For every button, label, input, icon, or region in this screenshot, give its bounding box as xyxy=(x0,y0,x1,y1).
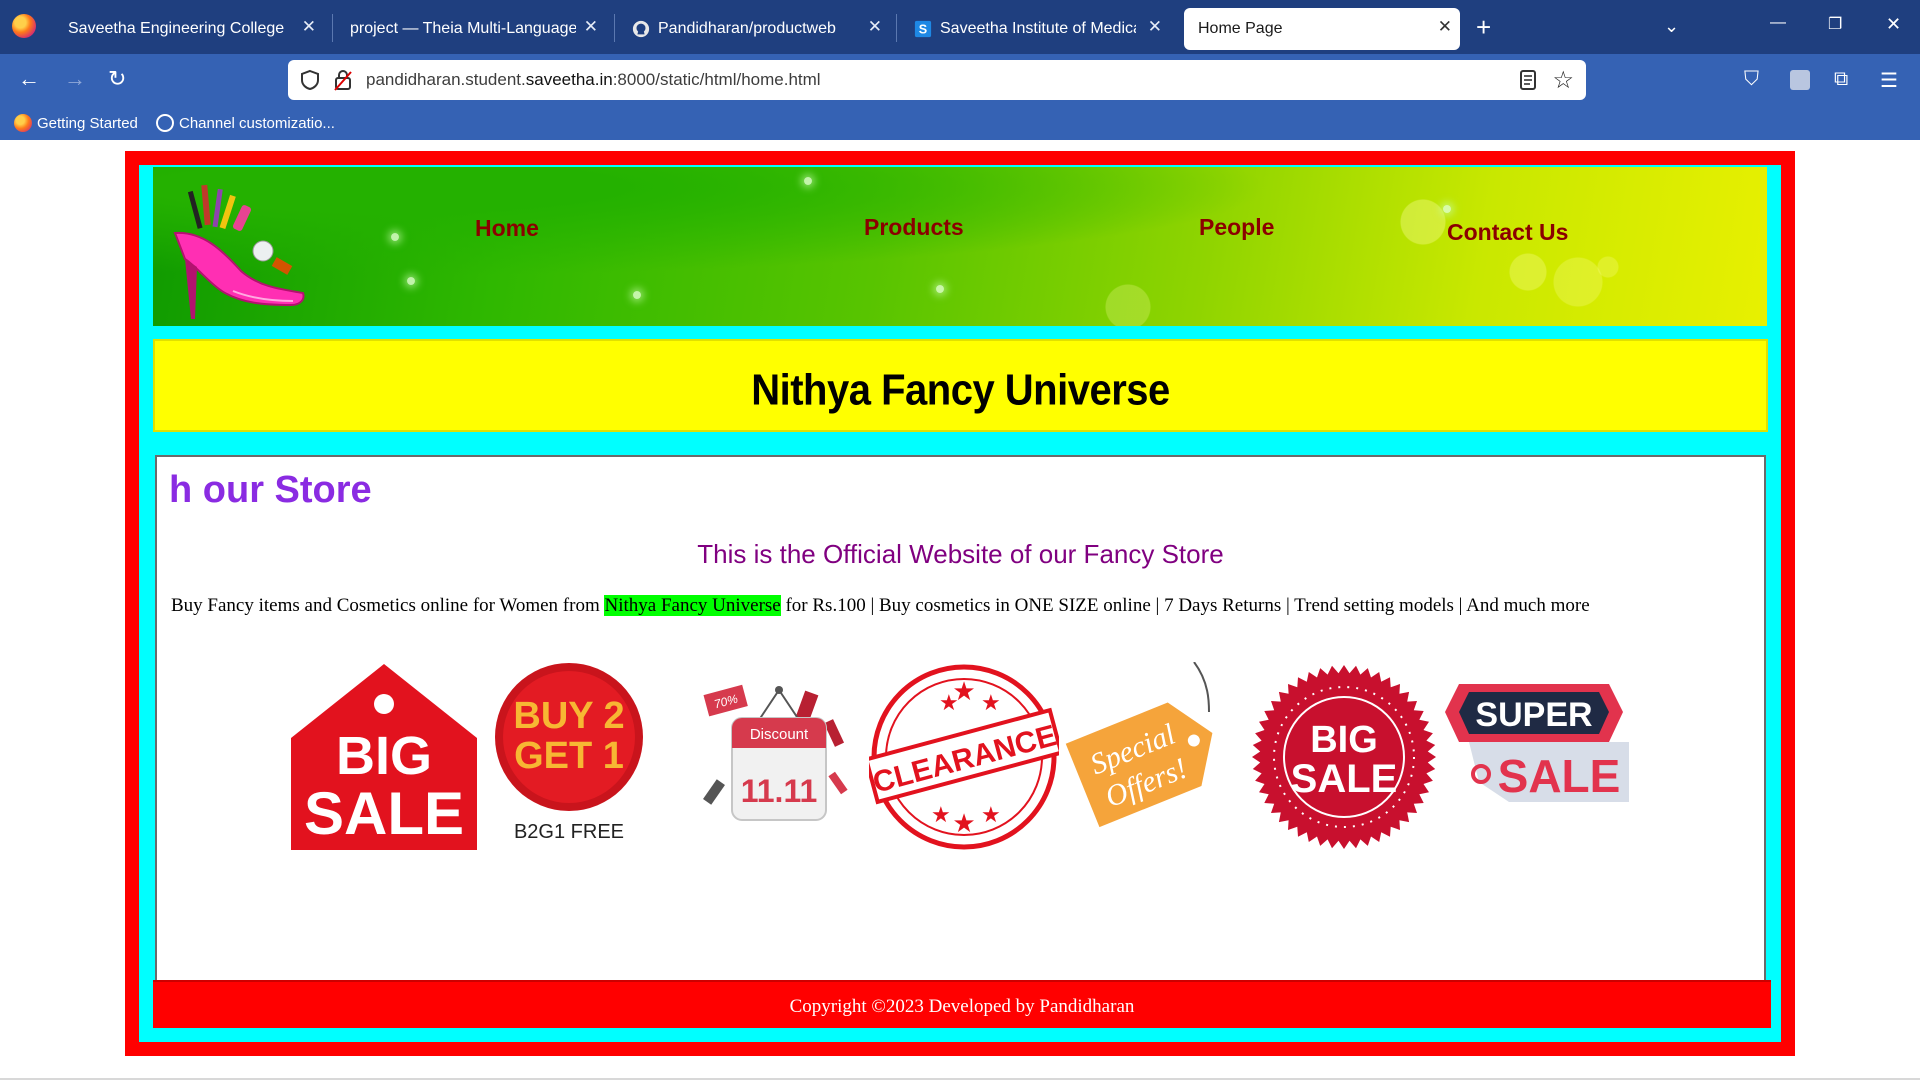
close-icon[interactable]: ✕ xyxy=(868,17,882,37)
extensions-icon[interactable]: ⧉ xyxy=(1834,68,1848,91)
special-offers-tag-image: Special Offers! xyxy=(1065,662,1213,828)
tab-github-productweb[interactable]: Pandidharan/productweb ✕ xyxy=(618,8,890,50)
firefox-icon[interactable] xyxy=(12,14,36,38)
super-text: SUPER xyxy=(1475,696,1592,734)
tab-label: Saveetha Engineering College xyxy=(68,20,285,37)
page-viewport: Home Products People Contact Us Nithya F… xyxy=(0,140,1920,1080)
seal-big-text: BIG xyxy=(1310,719,1378,761)
sparkle xyxy=(407,277,415,285)
svg-text:★: ★ xyxy=(981,691,1001,716)
svg-text:★: ★ xyxy=(952,677,975,707)
firefox-icon xyxy=(14,114,32,132)
svg-text:★: ★ xyxy=(981,803,1001,828)
close-icon[interactable]: ✕ xyxy=(584,17,598,37)
main-content: h our Store This is the Official Website… xyxy=(155,455,1766,983)
bookmark-label: Channel customizatio... xyxy=(179,115,335,132)
address-bar[interactable]: pandidharan.student.saveetha.in:8000/sta… xyxy=(288,60,1586,100)
new-tab-button[interactable]: + xyxy=(1476,12,1491,43)
super-sale-text: SALE xyxy=(1498,750,1621,802)
clearance-stamp-image: ★ ★ ★ ★ ★ ★ CLEARANCE xyxy=(869,664,1059,850)
bookmark-label: Getting Started xyxy=(37,115,138,132)
tab-home-page[interactable]: Home Page ✕ xyxy=(1184,8,1460,50)
forward-button[interactable]: → xyxy=(64,68,86,90)
shield-icon[interactable] xyxy=(300,69,320,91)
tab-saveetha-engineering[interactable]: Saveetha Engineering College ✕ xyxy=(54,8,324,50)
tab-label: Saveetha Institute of Medical Ar xyxy=(940,20,1136,37)
official-website-heading: This is the Official Website of our Fanc… xyxy=(697,539,1224,569)
close-icon[interactable]: ✕ xyxy=(1148,17,1162,37)
high-heel-logo xyxy=(173,184,305,319)
chevron-down-icon[interactable]: ⌄ xyxy=(1664,16,1679,37)
minimize-button[interactable]: — xyxy=(1770,14,1786,32)
github-icon xyxy=(632,20,650,38)
lock-icon[interactable] xyxy=(334,69,352,91)
discount-1111-image: 70% Discount 11.11 xyxy=(703,684,848,821)
url-domain: saveetha.in xyxy=(525,70,613,89)
big-sale-tag-image: BIG SALE xyxy=(291,664,477,850)
title-band: Nithya Fancy Universe xyxy=(153,339,1768,432)
star-icon[interactable]: ☆ xyxy=(1552,66,1574,95)
big-sale-text-big: BIG xyxy=(336,726,432,786)
reader-icon[interactable] xyxy=(1518,69,1538,91)
tab-separator xyxy=(614,14,615,42)
sparkle xyxy=(391,233,399,241)
page-title: Nithya Fancy Universe xyxy=(751,365,1170,415)
tab-separator xyxy=(332,14,333,42)
tab-label: Home Page xyxy=(1198,20,1283,37)
pocket-icon[interactable]: ⛉ xyxy=(1744,68,1759,91)
bookmark-channel-customization[interactable]: Channel customizatio... xyxy=(156,114,335,132)
nav-products-link[interactable]: Products xyxy=(864,214,964,241)
tab-theia-project[interactable]: project — Theia Multi-Language Ex ✕ xyxy=(336,8,606,50)
svg-text:★: ★ xyxy=(952,809,975,839)
super-sale-image: SUPER SALE xyxy=(1445,684,1629,802)
svg-text:★: ★ xyxy=(931,803,951,828)
tab-label: Pandidharan/productweb xyxy=(658,20,836,37)
sparkle xyxy=(936,285,944,293)
get1-text: GET 1 xyxy=(514,735,624,777)
bookmark-getting-started[interactable]: Getting Started xyxy=(14,114,138,132)
window-close-button[interactable]: ✕ xyxy=(1886,14,1901,35)
copyright-text: Copyright ©2023 Developed by Pandidharan xyxy=(789,996,1135,1017)
url-text[interactable]: pandidharan.student.saveetha.in:8000/sta… xyxy=(366,70,821,90)
tab-saveetha-medical[interactable]: S Saveetha Institute of Medical Ar ✕ xyxy=(900,8,1170,50)
tab-separator xyxy=(896,14,897,42)
nav-people-link[interactable]: People xyxy=(1199,214,1274,241)
svg-text:S: S xyxy=(919,23,927,37)
back-button[interactable]: ← xyxy=(18,68,40,90)
url-subdomain: pandidharan.student. xyxy=(366,70,526,89)
tab-label: project — Theia Multi-Language Ex xyxy=(350,20,576,37)
menu-icon[interactable]: ☰ xyxy=(1880,68,1898,93)
discount-date-text: 11.11 xyxy=(741,773,818,809)
buy2-text: BUY 2 xyxy=(513,695,624,737)
big-sale-seal-image: BIG SALE xyxy=(1252,665,1436,849)
sparkle xyxy=(633,291,641,299)
store-description: Buy Fancy items and Cosmetics online for… xyxy=(171,595,1590,617)
nav-home-link[interactable]: Home xyxy=(475,215,539,242)
sparkle xyxy=(1443,205,1451,213)
saveetha-s-icon: S xyxy=(914,20,932,38)
url-path: :8000/static/html/home.html xyxy=(612,70,821,89)
store-name-highlight: Nithya Fancy Universe xyxy=(604,595,781,616)
profile-icon[interactable] xyxy=(1790,70,1810,90)
description-text: Buy Fancy items and Cosmetics online for… xyxy=(171,595,605,616)
footer: Copyright ©2023 Developed by Pandidharan xyxy=(153,980,1771,1028)
nav-contact-link[interactable]: Contact Us xyxy=(1447,219,1568,246)
tab-strip: Saveetha Engineering College ✕ project —… xyxy=(0,0,1920,54)
big-sale-text-sale: SALE xyxy=(304,780,464,847)
description-text: for Rs.100 | Buy cosmetics in ONE SIZE o… xyxy=(780,595,1590,616)
buy2-get1-image: BUY 2 GET 1 B2G1 FREE xyxy=(495,663,643,843)
discount-label-text: Discount xyxy=(750,726,809,743)
bookmarks-toolbar: Getting Started Channel customizatio... xyxy=(0,108,1920,140)
sparkle xyxy=(804,177,812,185)
welcome-marquee: h our Store xyxy=(169,469,372,511)
b2g1-free-text: B2G1 FREE xyxy=(514,821,624,843)
globe-icon xyxy=(156,114,174,132)
offer-badges: BIG SALE BUY 2 GET 1 B2G1 FREE 70% Disco… xyxy=(289,662,1689,850)
reload-button[interactable]: ↻ xyxy=(108,68,126,90)
close-icon[interactable]: ✕ xyxy=(302,17,316,37)
seal-sale-text: SALE xyxy=(1291,757,1398,801)
header-banner: Home Products People Contact Us xyxy=(153,167,1767,326)
restore-button[interactable]: ❐ xyxy=(1828,14,1842,34)
close-icon[interactable]: ✕ xyxy=(1438,17,1452,37)
